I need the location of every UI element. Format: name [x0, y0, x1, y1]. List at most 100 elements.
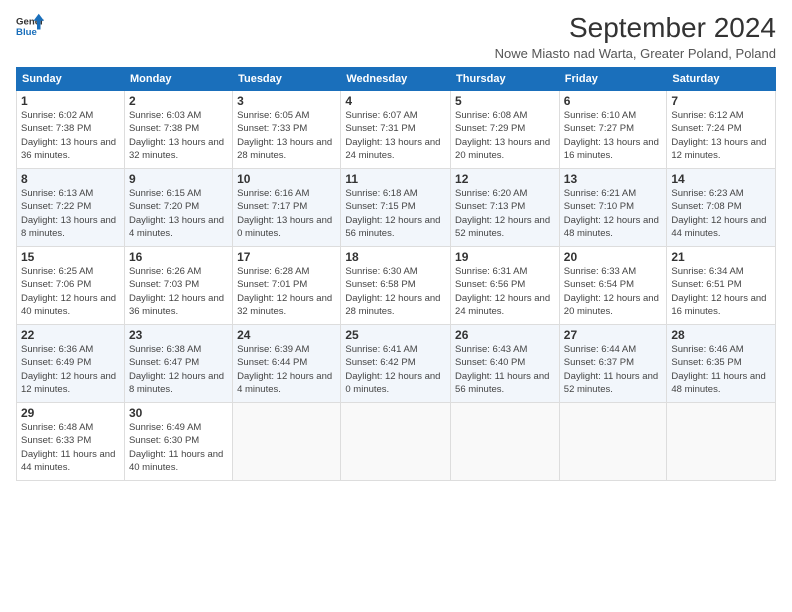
day-number: 3 — [237, 94, 336, 108]
day-cell: 8 Sunrise: 6:13 AM Sunset: 7:22 PM Dayli… — [17, 169, 125, 247]
day-number: 16 — [129, 250, 228, 264]
col-tuesday: Tuesday — [233, 68, 341, 91]
title-block: September 2024 Nowe Miasto nad Warta, Gr… — [495, 12, 776, 61]
day-number: 1 — [21, 94, 120, 108]
day-info: Sunrise: 6:20 AM Sunset: 7:13 PM Dayligh… — [455, 187, 555, 240]
day-number: 30 — [129, 406, 228, 420]
day-info: Sunrise: 6:07 AM Sunset: 7:31 PM Dayligh… — [345, 109, 446, 162]
empty-day — [341, 403, 451, 481]
day-cell: 18 Sunrise: 6:30 AM Sunset: 6:58 PM Dayl… — [341, 247, 451, 325]
day-number: 25 — [345, 328, 446, 342]
logo: General Blue — [16, 12, 44, 40]
day-cell: 20 Sunrise: 6:33 AM Sunset: 6:54 PM Dayl… — [559, 247, 667, 325]
col-monday: Monday — [124, 68, 232, 91]
day-cell: 28 Sunrise: 6:46 AM Sunset: 6:35 PM Dayl… — [667, 325, 776, 403]
day-info: Sunrise: 6:31 AM Sunset: 6:56 PM Dayligh… — [455, 265, 555, 318]
day-cell: 24 Sunrise: 6:39 AM Sunset: 6:44 PM Dayl… — [233, 325, 341, 403]
day-info: Sunrise: 6:18 AM Sunset: 7:15 PM Dayligh… — [345, 187, 446, 240]
header: General Blue September 2024 Nowe Miasto … — [16, 12, 776, 61]
day-cell: 17 Sunrise: 6:28 AM Sunset: 7:01 PM Dayl… — [233, 247, 341, 325]
day-number: 26 — [455, 328, 555, 342]
col-friday: Friday — [559, 68, 667, 91]
empty-day — [667, 403, 776, 481]
day-number: 11 — [345, 172, 446, 186]
day-info: Sunrise: 6:41 AM Sunset: 6:42 PM Dayligh… — [345, 343, 446, 396]
day-info: Sunrise: 6:23 AM Sunset: 7:08 PM Dayligh… — [671, 187, 771, 240]
day-number: 27 — [564, 328, 663, 342]
day-cell: 12 Sunrise: 6:20 AM Sunset: 7:13 PM Dayl… — [451, 169, 560, 247]
day-number: 22 — [21, 328, 120, 342]
day-number: 14 — [671, 172, 771, 186]
day-number: 12 — [455, 172, 555, 186]
day-info: Sunrise: 6:39 AM Sunset: 6:44 PM Dayligh… — [237, 343, 336, 396]
day-info: Sunrise: 6:12 AM Sunset: 7:24 PM Dayligh… — [671, 109, 771, 162]
day-cell: 3 Sunrise: 6:05 AM Sunset: 7:33 PM Dayli… — [233, 91, 341, 169]
col-wednesday: Wednesday — [341, 68, 451, 91]
day-info: Sunrise: 6:16 AM Sunset: 7:17 PM Dayligh… — [237, 187, 336, 240]
day-cell: 1 Sunrise: 6:02 AM Sunset: 7:38 PM Dayli… — [17, 91, 125, 169]
day-info: Sunrise: 6:13 AM Sunset: 7:22 PM Dayligh… — [21, 187, 120, 240]
day-number: 13 — [564, 172, 663, 186]
empty-day — [233, 403, 341, 481]
day-number: 15 — [21, 250, 120, 264]
day-cell: 5 Sunrise: 6:08 AM Sunset: 7:29 PM Dayli… — [451, 91, 560, 169]
day-number: 18 — [345, 250, 446, 264]
day-number: 29 — [21, 406, 120, 420]
col-saturday: Saturday — [667, 68, 776, 91]
day-info: Sunrise: 6:36 AM Sunset: 6:49 PM Dayligh… — [21, 343, 120, 396]
day-cell: 11 Sunrise: 6:18 AM Sunset: 7:15 PM Dayl… — [341, 169, 451, 247]
day-cell: 26 Sunrise: 6:43 AM Sunset: 6:40 PM Dayl… — [451, 325, 560, 403]
day-number: 2 — [129, 94, 228, 108]
day-info: Sunrise: 6:48 AM Sunset: 6:33 PM Dayligh… — [21, 421, 120, 474]
calendar-table: Sunday Monday Tuesday Wednesday Thursday… — [16, 67, 776, 481]
day-number: 17 — [237, 250, 336, 264]
day-cell: 22 Sunrise: 6:36 AM Sunset: 6:49 PM Dayl… — [17, 325, 125, 403]
day-cell: 10 Sunrise: 6:16 AM Sunset: 7:17 PM Dayl… — [233, 169, 341, 247]
day-info: Sunrise: 6:44 AM Sunset: 6:37 PM Dayligh… — [564, 343, 663, 396]
day-number: 5 — [455, 94, 555, 108]
day-info: Sunrise: 6:05 AM Sunset: 7:33 PM Dayligh… — [237, 109, 336, 162]
day-cell: 2 Sunrise: 6:03 AM Sunset: 7:38 PM Dayli… — [124, 91, 232, 169]
day-cell: 23 Sunrise: 6:38 AM Sunset: 6:47 PM Dayl… — [124, 325, 232, 403]
day-number: 19 — [455, 250, 555, 264]
day-number: 20 — [564, 250, 663, 264]
day-cell: 30 Sunrise: 6:49 AM Sunset: 6:30 PM Dayl… — [124, 403, 232, 481]
day-info: Sunrise: 6:21 AM Sunset: 7:10 PM Dayligh… — [564, 187, 663, 240]
day-number: 6 — [564, 94, 663, 108]
day-info: Sunrise: 6:02 AM Sunset: 7:38 PM Dayligh… — [21, 109, 120, 162]
day-info: Sunrise: 6:08 AM Sunset: 7:29 PM Dayligh… — [455, 109, 555, 162]
svg-text:Blue: Blue — [16, 27, 37, 38]
day-number: 7 — [671, 94, 771, 108]
day-info: Sunrise: 6:38 AM Sunset: 6:47 PM Dayligh… — [129, 343, 228, 396]
day-info: Sunrise: 6:49 AM Sunset: 6:30 PM Dayligh… — [129, 421, 228, 474]
empty-day — [451, 403, 560, 481]
day-cell: 27 Sunrise: 6:44 AM Sunset: 6:37 PM Dayl… — [559, 325, 667, 403]
day-number: 28 — [671, 328, 771, 342]
col-thursday: Thursday — [451, 68, 560, 91]
day-info: Sunrise: 6:15 AM Sunset: 7:20 PM Dayligh… — [129, 187, 228, 240]
day-cell: 29 Sunrise: 6:48 AM Sunset: 6:33 PM Dayl… — [17, 403, 125, 481]
day-info: Sunrise: 6:43 AM Sunset: 6:40 PM Dayligh… — [455, 343, 555, 396]
day-number: 9 — [129, 172, 228, 186]
day-number: 21 — [671, 250, 771, 264]
page: General Blue September 2024 Nowe Miasto … — [0, 0, 792, 612]
day-number: 10 — [237, 172, 336, 186]
day-info: Sunrise: 6:34 AM Sunset: 6:51 PM Dayligh… — [671, 265, 771, 318]
day-number: 23 — [129, 328, 228, 342]
location-subtitle: Nowe Miasto nad Warta, Greater Poland, P… — [495, 46, 776, 61]
day-info: Sunrise: 6:25 AM Sunset: 7:06 PM Dayligh… — [21, 265, 120, 318]
day-cell: 25 Sunrise: 6:41 AM Sunset: 6:42 PM Dayl… — [341, 325, 451, 403]
day-info: Sunrise: 6:46 AM Sunset: 6:35 PM Dayligh… — [671, 343, 771, 396]
day-number: 24 — [237, 328, 336, 342]
day-number: 4 — [345, 94, 446, 108]
day-info: Sunrise: 6:03 AM Sunset: 7:38 PM Dayligh… — [129, 109, 228, 162]
day-cell: 4 Sunrise: 6:07 AM Sunset: 7:31 PM Dayli… — [341, 91, 451, 169]
month-title: September 2024 — [495, 12, 776, 44]
day-cell: 9 Sunrise: 6:15 AM Sunset: 7:20 PM Dayli… — [124, 169, 232, 247]
day-info: Sunrise: 6:33 AM Sunset: 6:54 PM Dayligh… — [564, 265, 663, 318]
day-cell: 21 Sunrise: 6:34 AM Sunset: 6:51 PM Dayl… — [667, 247, 776, 325]
day-info: Sunrise: 6:28 AM Sunset: 7:01 PM Dayligh… — [237, 265, 336, 318]
logo-icon: General Blue — [16, 12, 44, 40]
empty-day — [559, 403, 667, 481]
day-info: Sunrise: 6:26 AM Sunset: 7:03 PM Dayligh… — [129, 265, 228, 318]
